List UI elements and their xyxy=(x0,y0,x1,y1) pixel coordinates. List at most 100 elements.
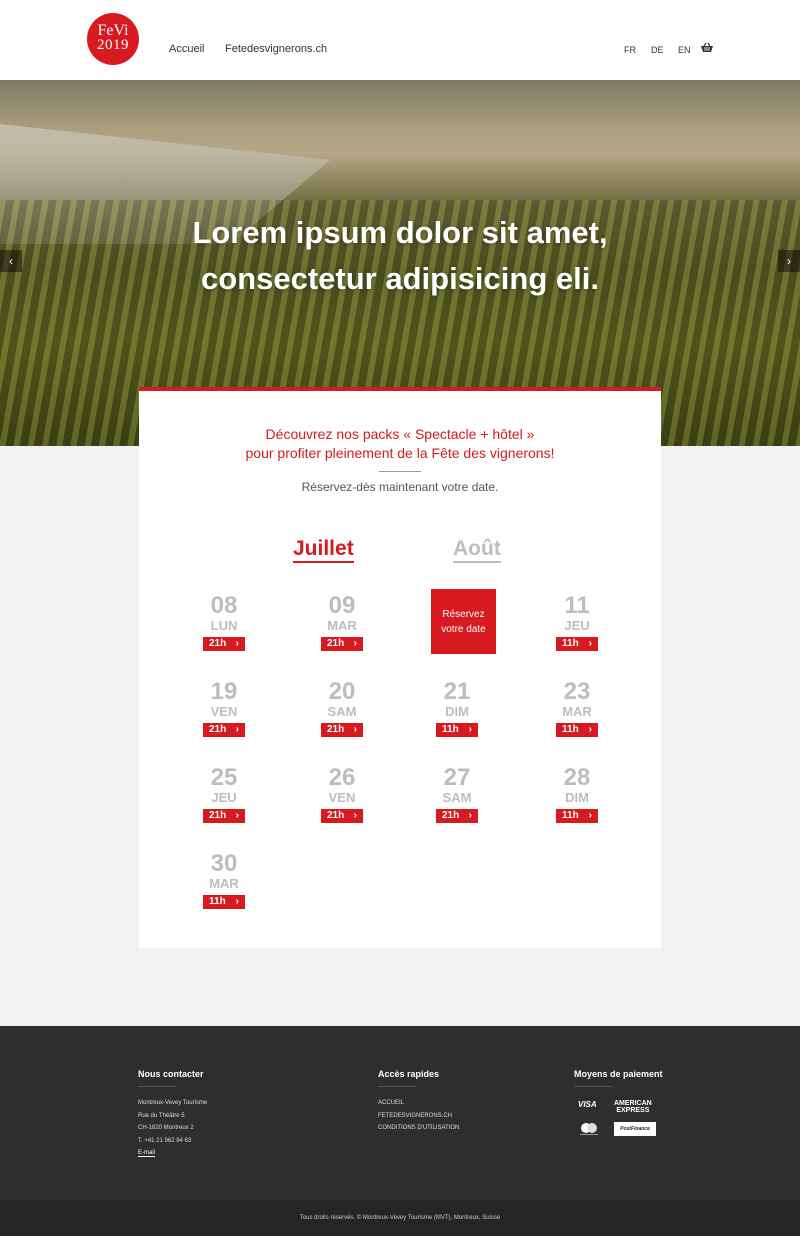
amex-logo-line-1: AMERICAN xyxy=(614,1100,652,1107)
footer-contact-title: Nous contacter xyxy=(138,1069,204,1079)
copyright-bar: Tous droits réservés. © Montreux-Vevey T… xyxy=(0,1200,800,1236)
date-item: 11 JEU 11h › xyxy=(547,594,607,651)
booking-card: Découvrez nos packs « Spectacle + hôtel … xyxy=(139,387,661,948)
showtime-label: 21h xyxy=(327,810,345,821)
date-weekday: JEU xyxy=(211,790,237,805)
date-number: 27 xyxy=(443,764,471,791)
chevron-right-icon: › xyxy=(353,638,357,649)
postfinance-logo: PostFinance xyxy=(614,1122,656,1136)
showtime-button[interactable]: 21h › xyxy=(203,809,245,823)
date-weekday: MAR xyxy=(562,704,592,719)
lang-en-link[interactable]: EN xyxy=(678,45,691,55)
date-number: 09 xyxy=(328,592,356,619)
booking-intro-line-1: Découvrez nos packs « Spectacle + hôtel … xyxy=(265,426,535,442)
date-item: 09 MAR 21h › xyxy=(312,594,372,651)
hero-prev-arrow-icon[interactable]: ‹ xyxy=(0,250,22,272)
showtime-label: 11h xyxy=(562,810,579,821)
showtime-button[interactable]: 21h › xyxy=(203,723,245,737)
tab-juillet[interactable]: Juillet xyxy=(293,537,354,563)
booking-divider xyxy=(379,471,421,472)
nav-link-fetedesvignerons[interactable]: Fetedesvignerons.ch xyxy=(225,43,327,55)
date-item: 25 JEU 21h › xyxy=(194,766,254,823)
date-weekday: LUN xyxy=(210,618,238,633)
showtime-button[interactable]: 11h › xyxy=(556,809,598,823)
date-item: 28 DIM 11h › xyxy=(547,766,607,823)
showtime-label: 11h xyxy=(209,896,226,907)
footer-contact-line: Rue du Théâtre 5 xyxy=(138,1112,185,1119)
date-number: 25 xyxy=(210,764,238,791)
footer-contact-line: CH-1820 Montreux 2 xyxy=(138,1125,194,1131)
date-item: 23 MAR 11h › xyxy=(547,680,607,737)
chevron-right-icon: › xyxy=(235,638,239,649)
showtime-button[interactable]: 21h › xyxy=(436,809,478,823)
hero-next-arrow-icon[interactable]: › xyxy=(778,250,800,272)
nav-link-accueil[interactable]: Accueil xyxy=(169,43,204,55)
date-weekday: VEN xyxy=(210,704,238,719)
date-weekday: MAR xyxy=(209,876,239,891)
booking-intro-line-2: pour profiter pleinement de la Fête des … xyxy=(245,445,555,461)
amex-logo: AMERICAN EXPRESS xyxy=(614,1100,652,1114)
logo-line-1: FeVi xyxy=(97,22,129,39)
fevi-logo[interactable]: FeVi 2019 xyxy=(87,13,139,65)
chevron-right-icon: › xyxy=(588,638,592,649)
site-footer: Nous contacter Montreux-Vevey Tourisme R… xyxy=(0,1026,800,1200)
showtime-button[interactable]: 11h › xyxy=(556,637,598,651)
chevron-right-icon: › xyxy=(588,810,592,821)
showtime-label: 21h xyxy=(209,638,227,649)
date-item: 19 VEN 21h › xyxy=(194,680,254,737)
showtime-button[interactable]: 11h › xyxy=(203,895,245,909)
tab-aout[interactable]: Août xyxy=(453,537,501,563)
chevron-right-icon: › xyxy=(353,724,357,735)
showtime-button[interactable]: 11h › xyxy=(556,723,598,737)
chevron-right-icon: › xyxy=(235,724,239,735)
showtime-label: 21h xyxy=(209,724,227,735)
chevron-right-icon: › xyxy=(353,810,357,821)
booking-subtitle: Réservez-dès maintenant votre date. xyxy=(301,480,499,494)
showtime-button[interactable]: 21h › xyxy=(321,637,363,651)
showtime-label: 11h xyxy=(562,724,579,735)
chevron-right-icon: › xyxy=(588,724,592,735)
date-item: 30 MAR 11h › xyxy=(194,852,254,909)
date-weekday: JEU xyxy=(564,618,590,633)
date-item: 08 LUN 21h › xyxy=(194,594,254,651)
date-weekday: SAM xyxy=(327,704,357,719)
showtime-button[interactable]: 21h › xyxy=(321,809,363,823)
footer-link-accueil[interactable]: ACCUEIL xyxy=(378,1097,459,1110)
showtime-label: 21h xyxy=(327,724,345,735)
footer-link-fetedesvignerons[interactable]: FETEDESVIGNERONS.CH xyxy=(378,1110,459,1123)
lang-de-link[interactable]: DE xyxy=(651,45,664,55)
date-number: 26 xyxy=(328,764,356,791)
date-weekday: VEN xyxy=(328,790,356,805)
chevron-right-icon: › xyxy=(235,810,239,821)
date-number: 08 xyxy=(210,592,238,619)
footer-contact-block: Montreux-Vevey Tourisme Rue du Théâtre 5… xyxy=(138,1097,207,1160)
showtime-label: 11h xyxy=(562,638,579,649)
booking-intro: Découvrez nos packs « Spectacle + hôtel … xyxy=(139,425,661,463)
showtime-label: 21h xyxy=(442,810,460,821)
showtime-button[interactable]: 21h › xyxy=(203,637,245,651)
footer-quick-links: ACCUEIL FETEDESVIGNERONS.CH CONDITIONS D… xyxy=(378,1097,459,1135)
date-weekday: DIM xyxy=(565,790,589,805)
date-number: 28 xyxy=(563,764,591,791)
date-number: 23 xyxy=(563,678,591,705)
lang-fr-link[interactable]: FR xyxy=(624,45,636,55)
chevron-right-icon: › xyxy=(468,724,472,735)
showtime-label: 11h xyxy=(442,724,459,735)
basket-icon[interactable] xyxy=(700,42,714,53)
showtime-button[interactable]: 11h › xyxy=(436,723,478,737)
footer-email-link[interactable]: E-mail xyxy=(138,1150,156,1157)
logo-line-2: 2019 xyxy=(97,37,129,53)
footer-contact-divider xyxy=(138,1086,176,1087)
footer-link-conditions[interactable]: CONDITIONS D'UTILISATION xyxy=(378,1122,459,1135)
showtime-button[interactable]: 21h › xyxy=(321,723,363,737)
date-number: 30 xyxy=(210,850,238,877)
date-weekday: DIM xyxy=(445,704,469,719)
footer-quick-divider xyxy=(378,1086,416,1087)
date-item: 20 SAM 21h › xyxy=(312,680,372,737)
hero-title-line-2: consectetur adipisicing eli. xyxy=(201,261,599,296)
date-number: 21 xyxy=(443,678,471,705)
date-weekday: MAR xyxy=(327,618,357,633)
reserve-date-line-2: votre date xyxy=(441,624,486,635)
footer-payment-title: Moyens de paiement xyxy=(574,1069,663,1079)
reserve-date-button[interactable]: Réservez votre date xyxy=(431,589,496,654)
